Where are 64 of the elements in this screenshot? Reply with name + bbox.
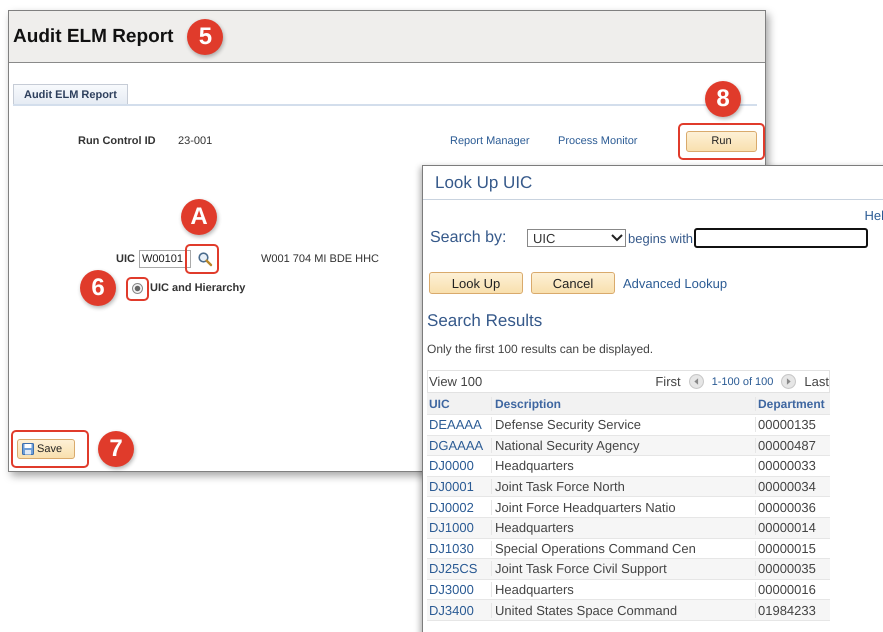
table-cell: 00000135 [755, 417, 830, 432]
table-cell: 01984233 [755, 602, 830, 618]
nav-link[interactable]: Process Monitor [558, 135, 686, 147]
callout-marker: 5 [187, 18, 224, 54]
uic-link[interactable]: DJ3400 [427, 602, 491, 618]
table-cell: National Security Agency [491, 438, 755, 453]
table-cell: 00000033 [755, 458, 830, 474]
dialog-button[interactable]: Look Up [429, 272, 523, 294]
table-cell: 00000036 [755, 500, 830, 515]
field-value: 23-001 [178, 135, 214, 147]
report-tab[interactable]: Audit ELM Report [13, 84, 128, 104]
results-note: Only the first 100 results can be displayed. [426, 342, 654, 356]
table-cell: 00000487 [755, 438, 830, 453]
search-by-label: Search by: [430, 229, 508, 247]
uic-description: W001 704 MI BDE HHC [261, 253, 379, 265]
dialog-title: Look Up UIC [435, 172, 532, 192]
table-cell: Joint Task Force Civil Support [491, 561, 755, 576]
first-label: First [655, 374, 681, 389]
field-label: UIC [115, 253, 135, 265]
table-cell: Special Operations Command Cen [491, 540, 755, 556]
column-header[interactable]: Description [491, 396, 755, 410]
uic-link[interactable]: DJ3000 [427, 582, 491, 598]
run-button[interactable]: Run [686, 130, 757, 152]
uic-input-field[interactable]: W00101 [139, 250, 191, 268]
callout-marker: 6 [80, 270, 116, 306]
table-cell: Joint Task Force North [491, 479, 755, 494]
radio-label: UIC and Hierarchy [150, 282, 246, 294]
results-heading: Search Results [426, 311, 544, 331]
field-label: Run Control ID [78, 135, 157, 147]
table-cell: 00000014 [755, 520, 830, 536]
table-cell: 00000016 [755, 582, 830, 598]
page-range: 1-100 of 100 [712, 376, 774, 388]
uic-link[interactable]: DJ1000 [427, 520, 491, 536]
uic-link[interactable]: DJ0002 [427, 500, 491, 515]
table-cell: Joint Force Headquarters Natio [491, 500, 755, 515]
callout-marker: 7 [98, 431, 134, 467]
search-field-dropdown[interactable]: UIC [527, 229, 626, 247]
uic-link[interactable]: DJ1030 [427, 540, 491, 556]
last-label: Last [804, 374, 829, 389]
view-all-label: View 100 [429, 374, 482, 389]
uic-link[interactable]: DJ0001 [427, 479, 491, 494]
window-title: Audit ELM Report [13, 26, 174, 48]
help-link[interactable]: Hel [864, 208, 883, 223]
column-header[interactable]: Department [755, 396, 830, 410]
operator-label: begins with [628, 230, 694, 246]
table-cell: Defense Security Service [491, 417, 755, 432]
table-cell: Headquarters [491, 458, 755, 474]
table-cell: 00000034 [755, 479, 830, 494]
column-header[interactable]: UIC [427, 396, 491, 410]
table-cell: Headquarters [491, 520, 755, 536]
table-cell: 00000035 [755, 561, 830, 576]
table-cell: Headquarters [491, 582, 755, 598]
nav-link[interactable]: Report Manager [450, 135, 558, 147]
uic-link[interactable]: DJ0000 [427, 458, 491, 474]
save-button[interactable]: Save [17, 439, 76, 459]
advanced-lookup-link[interactable]: Advanced Lookup [623, 276, 728, 290]
callout-marker: 8 [705, 80, 741, 116]
table-cell: United States Space Command [491, 602, 755, 618]
uic-link[interactable]: DJ25CS [427, 561, 491, 576]
uic-link[interactable]: DGAAAA [427, 438, 491, 453]
dialog-button[interactable]: Cancel [531, 272, 615, 294]
callout-marker: A [181, 199, 217, 235]
table-cell: 00000015 [755, 540, 830, 556]
uic-link[interactable]: DEAAAA [427, 417, 491, 432]
